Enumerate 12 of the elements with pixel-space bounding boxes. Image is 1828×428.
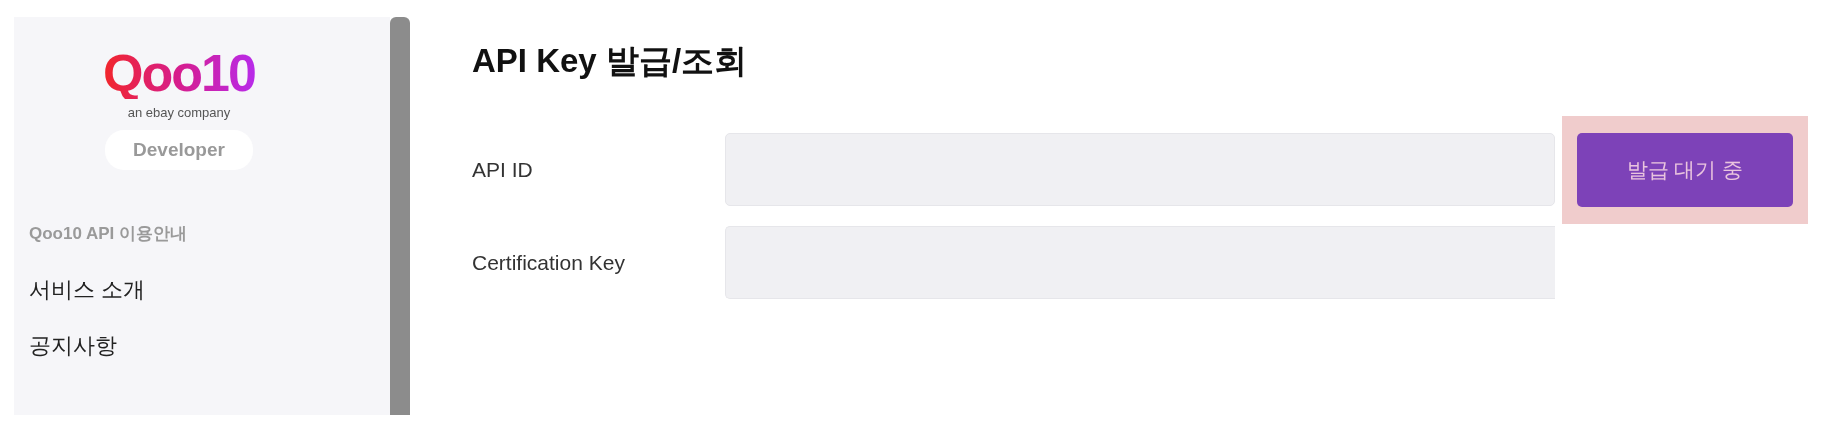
scrollbar[interactable] (390, 17, 410, 415)
logo-tagline: an ebay company (127, 105, 231, 120)
section-heading: Qoo10 API 이용안내 (29, 223, 189, 245)
input-field[interactable] (725, 133, 1555, 206)
developer-badge: Developer (105, 130, 253, 170)
issue-button[interactable]: 발급 대기 중 (1577, 132, 1793, 207)
page-title: API Key 발급/조회 (472, 41, 749, 81)
input-field[interactable] (725, 226, 1555, 299)
sidebar-item[interactable]: 공지사항 (29, 330, 390, 362)
sidebar-item[interactable]: 서비스 소개 (29, 274, 390, 306)
field-label: Certification Key (472, 250, 626, 275)
field-label: API ID (472, 157, 534, 182)
